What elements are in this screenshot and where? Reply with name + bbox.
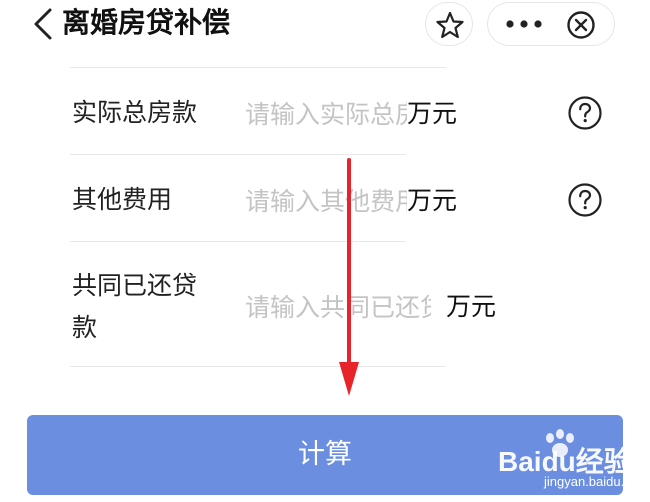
other-fees-input[interactable]	[245, 181, 407, 221]
watermark-url: jingyan.baidu.com	[544, 474, 649, 489]
field-label-other-fees: 其他费用	[72, 185, 173, 214]
divider	[70, 67, 446, 68]
help-icon[interactable]	[567, 182, 603, 218]
unit-label: 万元	[407, 99, 458, 128]
field-label-joint-repaid-cont: 款	[72, 313, 98, 342]
total-price-input[interactable]	[245, 94, 407, 134]
unit-label: 万元	[407, 186, 458, 215]
capsule-menu	[487, 2, 615, 46]
divider	[70, 366, 446, 367]
help-icon[interactable]	[567, 95, 603, 131]
field-label-joint-repaid: 共同已还贷	[72, 271, 198, 300]
star-icon	[436, 11, 464, 39]
unit-label: 万元	[446, 292, 497, 321]
arrow-down-icon	[339, 158, 359, 396]
nav-bar: 离婚房贷补偿	[0, 0, 650, 50]
chevron-left-icon[interactable]	[30, 6, 60, 42]
field-label-total-price: 实际总房款	[72, 98, 198, 127]
close-circle-icon[interactable]	[566, 10, 596, 40]
divider	[70, 154, 406, 155]
page-title: 离婚房贷补偿	[62, 6, 231, 39]
more-icon[interactable]	[504, 13, 544, 35]
favorite-button[interactable]	[425, 2, 473, 46]
